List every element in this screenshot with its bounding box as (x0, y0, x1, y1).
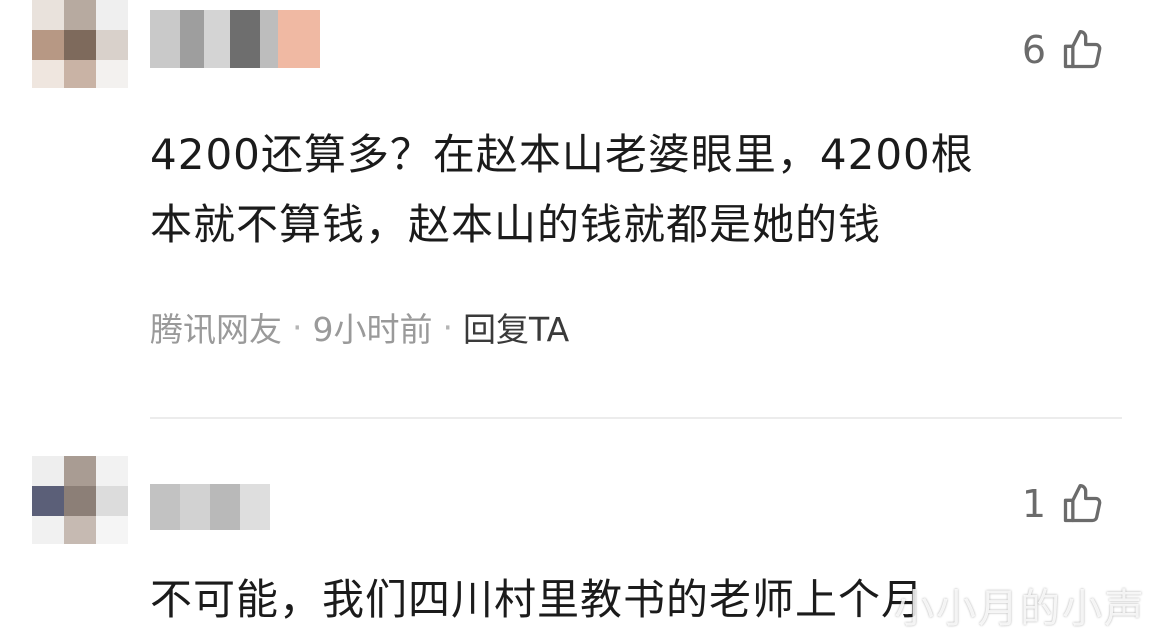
like-button[interactable]: 1 (1022, 482, 1104, 526)
username[interactable] (150, 10, 320, 68)
avatar[interactable] (32, 456, 128, 544)
comment-time: 9小时前 (312, 310, 433, 349)
comment-text: 4200还算多？在赵本山老婆眼里，4200根 本就不算钱，赵本山的钱就都是她的钱 (150, 130, 974, 249)
username[interactable] (150, 484, 270, 530)
comment-item: 6 4200还算多？在赵本山老婆眼里，4200根 本就不算钱，赵本山的钱就都是她… (0, 0, 1166, 419)
like-button[interactable]: 6 (1022, 28, 1104, 72)
avatar[interactable] (32, 0, 128, 88)
like-count: 1 (1021, 482, 1046, 526)
meta-separator: · (442, 307, 454, 347)
thumbs-up-icon (1060, 482, 1104, 526)
reply-button[interactable]: 回复TA (463, 303, 569, 351)
meta-separator: · (292, 307, 303, 347)
watermark: 小小月的小声 (894, 586, 1146, 632)
comment-meta: 腾讯网友 · 9小时前 · 回复TA (150, 303, 569, 351)
like-count: 6 (1021, 28, 1046, 72)
thumbs-up-icon (1060, 28, 1104, 72)
divider (150, 417, 1122, 419)
comment-source: 腾讯网友 (150, 310, 282, 349)
